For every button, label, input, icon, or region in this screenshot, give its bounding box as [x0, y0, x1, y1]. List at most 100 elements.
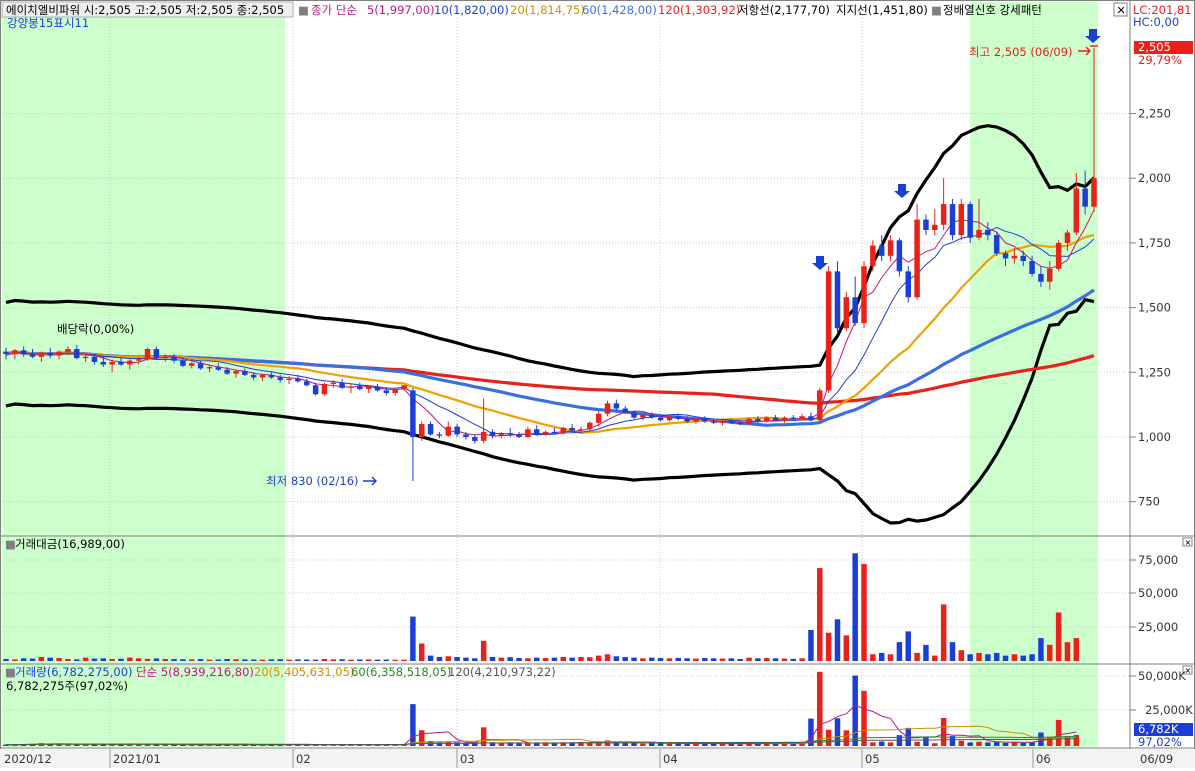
candle-body — [1055, 242, 1062, 269]
ma-title: 종가 단순 — [311, 3, 357, 17]
candle-body — [533, 429, 540, 435]
trade-value-bar — [321, 658, 328, 661]
candle-body — [516, 434, 522, 437]
x-tick: 06 — [1036, 752, 1051, 766]
candle-body — [657, 417, 664, 421]
high-annotation: 최고 2,505 (06/09) — [969, 45, 1073, 59]
trade-value-bar — [790, 658, 796, 661]
chart-window: 에이치엘비파워 시:2,505 고:2,505 저:2,505 종:2,505 … — [0, 0, 1195, 768]
ma60-label: 60(1,428,00) — [582, 3, 657, 17]
trade-value-bar — [47, 657, 53, 661]
trade-value-bar — [702, 658, 708, 661]
candle-body — [162, 356, 168, 359]
candle-body — [684, 418, 690, 422]
trade-value-bar — [357, 659, 363, 661]
trade-value-bar — [286, 659, 292, 661]
ma120-label: 120(1,303,92) — [658, 3, 740, 17]
candle-body — [357, 386, 363, 390]
candle-body — [56, 351, 62, 356]
last-volume: 6,782,275주(97,02%) — [6, 679, 128, 693]
trade-value-bar — [728, 658, 735, 661]
candle-body — [189, 363, 195, 366]
ma20-label: 20(1,814,75) — [510, 3, 585, 17]
trade-value-bar — [710, 658, 717, 661]
trade-value-bar — [197, 659, 204, 661]
volume-bar — [631, 743, 637, 746]
volume-bar — [985, 742, 991, 746]
trade-value-bar — [162, 658, 168, 661]
trade-value-bar — [215, 659, 222, 661]
candle-body — [330, 382, 337, 384]
volume-bar — [737, 744, 743, 746]
trade-value-bar — [595, 655, 602, 661]
volume-ma5-label: 단순 5(8,939,216,80) — [136, 665, 254, 679]
candle-body — [498, 433, 505, 436]
candle-body — [843, 297, 850, 329]
hc-label: HC:0,00 — [1133, 15, 1179, 29]
volume-bar — [436, 742, 443, 746]
volume-bar — [1002, 742, 1009, 746]
candle-body — [489, 431, 496, 436]
pattern-marker: ■ — [931, 3, 942, 17]
candle-body — [640, 415, 646, 418]
candle-body — [817, 390, 823, 421]
volume-ma120-label: 120(4,210,973,22) — [448, 665, 556, 679]
candle-body — [525, 429, 531, 437]
candle-body — [480, 431, 487, 441]
trade-value-bar — [365, 659, 372, 661]
trade-value-bar — [224, 658, 230, 661]
volume-bar — [162, 744, 168, 746]
candle-body — [233, 371, 239, 374]
trade-value-bar — [1038, 638, 1044, 661]
candle-body — [887, 240, 894, 256]
trade-value-bar — [551, 657, 558, 661]
trade-value-bar — [560, 656, 567, 661]
trade-value-bar — [304, 659, 310, 661]
candle-body — [976, 229, 982, 238]
candle-body — [268, 374, 275, 378]
trade-value-bar — [144, 658, 151, 661]
trade-value-bar — [330, 659, 337, 661]
trade-value-bar — [418, 643, 425, 661]
x-tick: 05 — [865, 752, 880, 766]
candle-body — [427, 424, 434, 435]
trade-value-bar — [896, 642, 903, 661]
candle-body — [896, 240, 903, 272]
volume-bar — [684, 743, 690, 746]
x-tick: 03 — [460, 752, 475, 766]
volume-bar — [1055, 719, 1062, 746]
trade-value-bar — [259, 659, 266, 661]
candle-body — [693, 418, 699, 422]
trade-value-bar — [772, 658, 779, 661]
candle-body — [772, 417, 779, 421]
trade-value-bar — [277, 659, 283, 661]
trade-value-tick: 50,000 — [1138, 586, 1178, 600]
trade-value-bar — [189, 659, 195, 661]
trade-value-bar — [631, 657, 637, 661]
trade-value-bar — [1073, 638, 1080, 661]
candle-body — [878, 245, 885, 256]
trade-value-bar — [489, 656, 496, 661]
candle-body — [1073, 188, 1080, 233]
x-tick: 04 — [663, 752, 678, 766]
trade-value-bar — [666, 658, 673, 661]
volume-badge-value: 6,782K — [1138, 722, 1179, 736]
candle-body — [65, 349, 71, 352]
candle-body — [923, 219, 929, 230]
candle-body — [914, 219, 920, 298]
candle-body — [631, 412, 637, 418]
trade-value-bar — [870, 654, 876, 661]
trade-value-bar — [233, 659, 239, 661]
x-axis-background — [0, 749, 1195, 768]
candle-body — [206, 367, 213, 369]
current-price-percent: 29,79% — [1138, 53, 1182, 67]
candle-body — [144, 349, 151, 360]
candle-body — [613, 403, 620, 409]
close-icon[interactable]: ✕ — [1117, 4, 1126, 17]
trade-value-bar — [613, 656, 620, 661]
trade-value-bar — [82, 657, 89, 661]
close-icon[interactable]: ✕ — [1185, 539, 1192, 548]
trade-value-bar — [958, 650, 965, 661]
trade-value-bar — [100, 658, 107, 661]
volume-title: 거래량(6,782,275,00) — [15, 665, 133, 679]
